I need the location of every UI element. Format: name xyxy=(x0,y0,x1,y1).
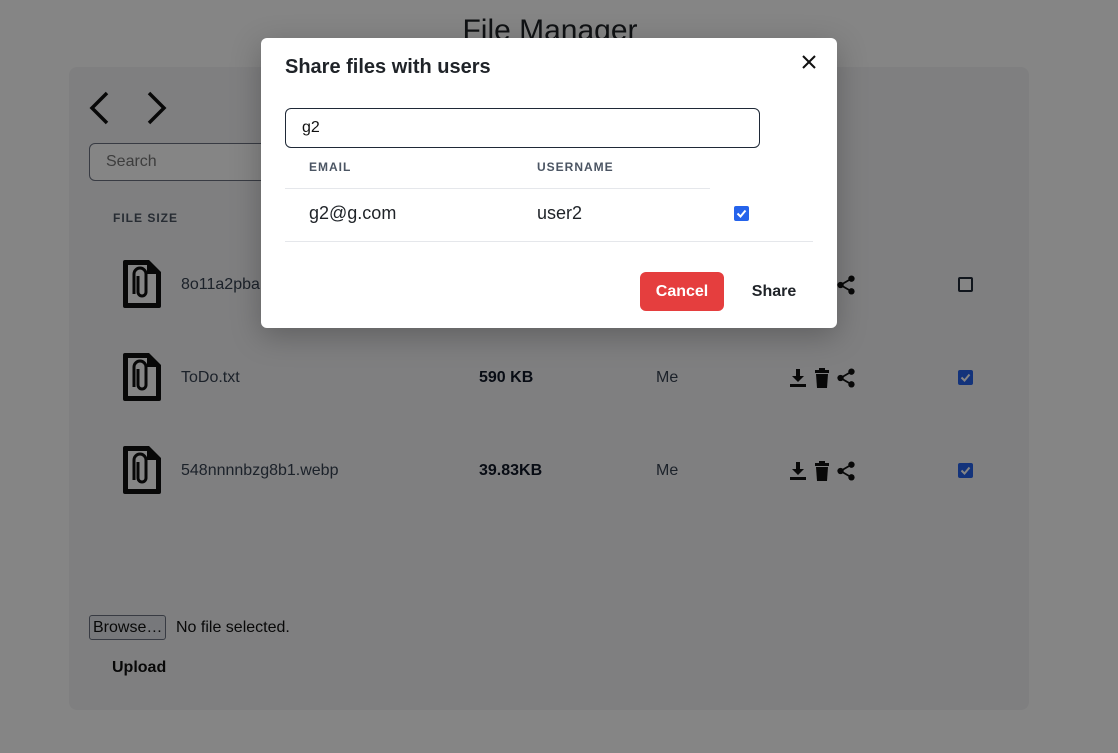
user-username: user2 xyxy=(537,203,583,223)
close-icon xyxy=(802,55,816,69)
user-search-input[interactable] xyxy=(285,108,760,148)
user-select-checkbox[interactable] xyxy=(734,206,749,221)
column-header-email: EMAIL xyxy=(309,160,352,174)
close-button[interactable] xyxy=(799,52,819,72)
divider xyxy=(285,188,710,189)
check-icon xyxy=(736,209,747,218)
share-button[interactable]: Share xyxy=(739,272,809,311)
cancel-button[interactable]: Cancel xyxy=(640,272,724,311)
divider xyxy=(285,241,813,242)
modal-title: Share files with users xyxy=(285,56,491,78)
column-header-username: USERNAME xyxy=(537,160,614,174)
user-email: g2@g.com xyxy=(309,203,397,223)
share-modal: Share files with users EMAIL USERNAME g2… xyxy=(261,38,837,328)
